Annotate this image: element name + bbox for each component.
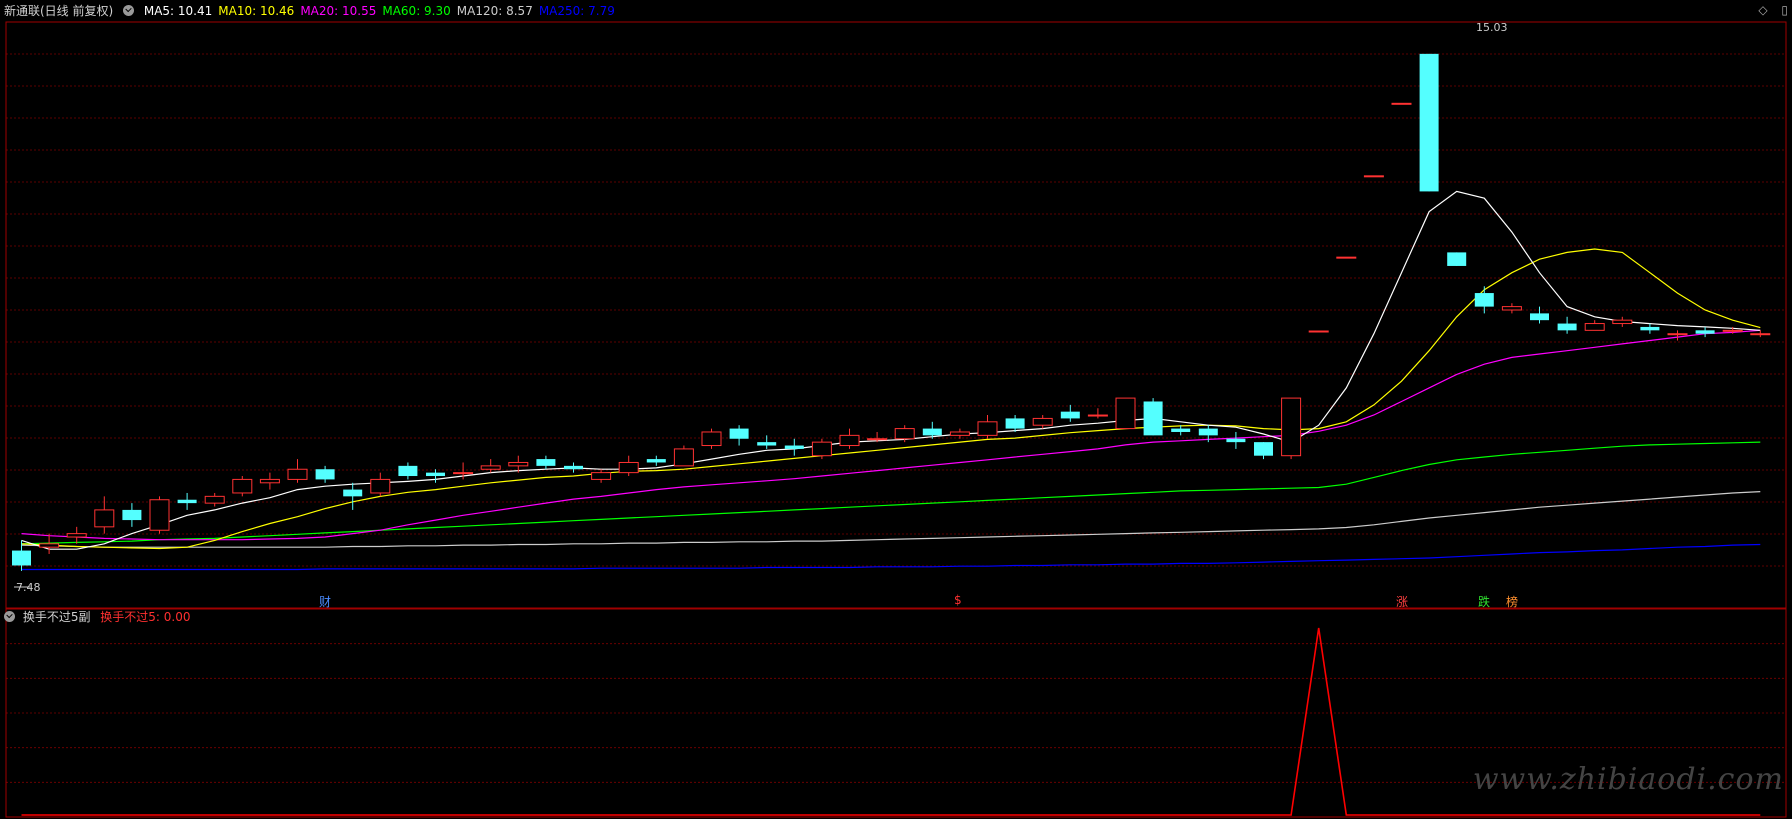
indicator-settings-icon[interactable] <box>4 611 15 622</box>
candle-body <box>867 438 888 441</box>
candle-body <box>1640 326 1660 331</box>
candle-body <box>1226 438 1246 443</box>
top-right-controls: ◇ ▯ <box>1748 3 1788 17</box>
candle-body <box>370 478 391 494</box>
ma-legend-item-2: MA20: 10.55 <box>300 4 377 18</box>
candle-body <box>1143 401 1163 436</box>
candle-body <box>1447 252 1467 266</box>
chart-canvas[interactable]: 15.03 7.48 <box>0 0 1792 819</box>
main-chart-frame <box>5 21 1787 609</box>
candle-body <box>729 428 749 439</box>
candle-body <box>646 459 666 463</box>
sub-chart-header: 换手不过5副 换手不过5: 0.00 <box>4 609 191 625</box>
candle-body <box>1115 397 1136 430</box>
candle-body <box>259 478 280 484</box>
candle-body <box>1281 397 1302 457</box>
candle-body <box>66 533 87 538</box>
candle-body <box>1060 411 1080 419</box>
candle-body <box>591 472 612 480</box>
candle-body <box>922 428 942 436</box>
candle-body <box>949 431 970 436</box>
ma5-line <box>21 190 1761 550</box>
candle-body <box>1419 53 1439 192</box>
event-tag[interactable]: 财 <box>319 593 331 610</box>
candle-body <box>1032 417 1053 426</box>
candle-body <box>839 434 860 447</box>
candle-body <box>204 495 225 504</box>
candle-body <box>757 442 777 446</box>
candle-body <box>508 461 529 467</box>
ma-legend-item-4: MA120: 8.57 <box>456 4 533 18</box>
ma-legend-item-5: MA250: 7.79 <box>538 4 615 18</box>
watermark: www.zhibiaodi.com <box>1472 762 1784 797</box>
candle-body <box>287 468 308 480</box>
candle-body <box>1363 175 1384 178</box>
candle-body <box>1198 428 1218 436</box>
main-chart-header: 新通联(日线 前复权) MA5: 10.41 MA10: 10.46 MA20: 1… <box>4 3 627 19</box>
candle-body <box>1612 319 1633 325</box>
candle-body <box>177 499 197 504</box>
ma60-line <box>21 441 1761 545</box>
indicator-value: 换手不过5: 0.00 <box>100 610 191 624</box>
candle-body <box>894 428 915 440</box>
candle-body <box>1391 102 1412 105</box>
candle-body <box>1750 333 1771 336</box>
event-tag[interactable]: 榜 <box>1506 593 1518 610</box>
candle-body <box>315 469 335 480</box>
candle-body <box>149 499 170 531</box>
ma20-line <box>21 329 1761 541</box>
candle-body <box>94 509 115 528</box>
candle-body <box>232 478 253 494</box>
candle-body <box>564 465 583 470</box>
candle-body <box>426 472 445 477</box>
candle-body <box>1171 428 1191 432</box>
candle-body <box>1584 323 1605 331</box>
ma-legend: MA5: 10.41 MA10: 10.46 MA20: 10.55 MA60: 9.… <box>144 4 621 18</box>
indicator-name[interactable]: 换手不过5副 <box>23 610 91 624</box>
candle-body <box>39 543 60 548</box>
event-tag[interactable]: 涨 <box>1396 593 1408 610</box>
candle-body <box>1087 414 1108 417</box>
restore-icon[interactable]: ▯ <box>1781 3 1788 17</box>
diamond-icon[interactable]: ◇ <box>1758 3 1767 17</box>
candle-body <box>618 461 639 474</box>
candle-body <box>1667 333 1688 336</box>
candle-body <box>811 441 832 457</box>
candle-body <box>701 431 722 447</box>
candle-body <box>536 459 556 466</box>
candle-body <box>343 489 363 497</box>
candle-body <box>122 509 142 521</box>
high-price-label: 15.03 <box>1476 21 1508 34</box>
candle-body <box>1722 329 1743 332</box>
candle-body <box>398 465 418 477</box>
candle-body <box>1501 306 1522 311</box>
candle-body <box>1530 313 1549 321</box>
event-tag[interactable]: $ <box>954 593 962 607</box>
candle-body <box>480 465 501 470</box>
ma-legend-item-0: MA5: 10.41 <box>143 4 213 18</box>
candle-body <box>453 472 474 475</box>
candle-body <box>1474 293 1494 307</box>
candle-body <box>784 445 804 449</box>
moving-average-lines <box>21 190 1761 571</box>
candle-body <box>1695 330 1715 334</box>
candle-body <box>1254 442 1273 456</box>
candle-body <box>977 421 998 436</box>
candle-body <box>1336 256 1357 259</box>
ma-legend-item-1: MA10: 10.46 <box>218 4 295 18</box>
candle-body <box>673 448 694 467</box>
ma10-line <box>21 248 1761 550</box>
event-tag[interactable]: 跌 <box>1478 593 1490 610</box>
candle-body <box>1557 323 1577 331</box>
stock-title[interactable]: 新通联(日线 前复权) <box>4 4 113 18</box>
settings-gear-icon[interactable] <box>123 5 135 16</box>
candle-body <box>1308 330 1329 333</box>
candlesticks[interactable] <box>12 53 1771 571</box>
ma-legend-item-3: MA60: 9.30 <box>382 4 451 18</box>
candle-body <box>12 550 31 566</box>
candle-body <box>1005 418 1025 429</box>
